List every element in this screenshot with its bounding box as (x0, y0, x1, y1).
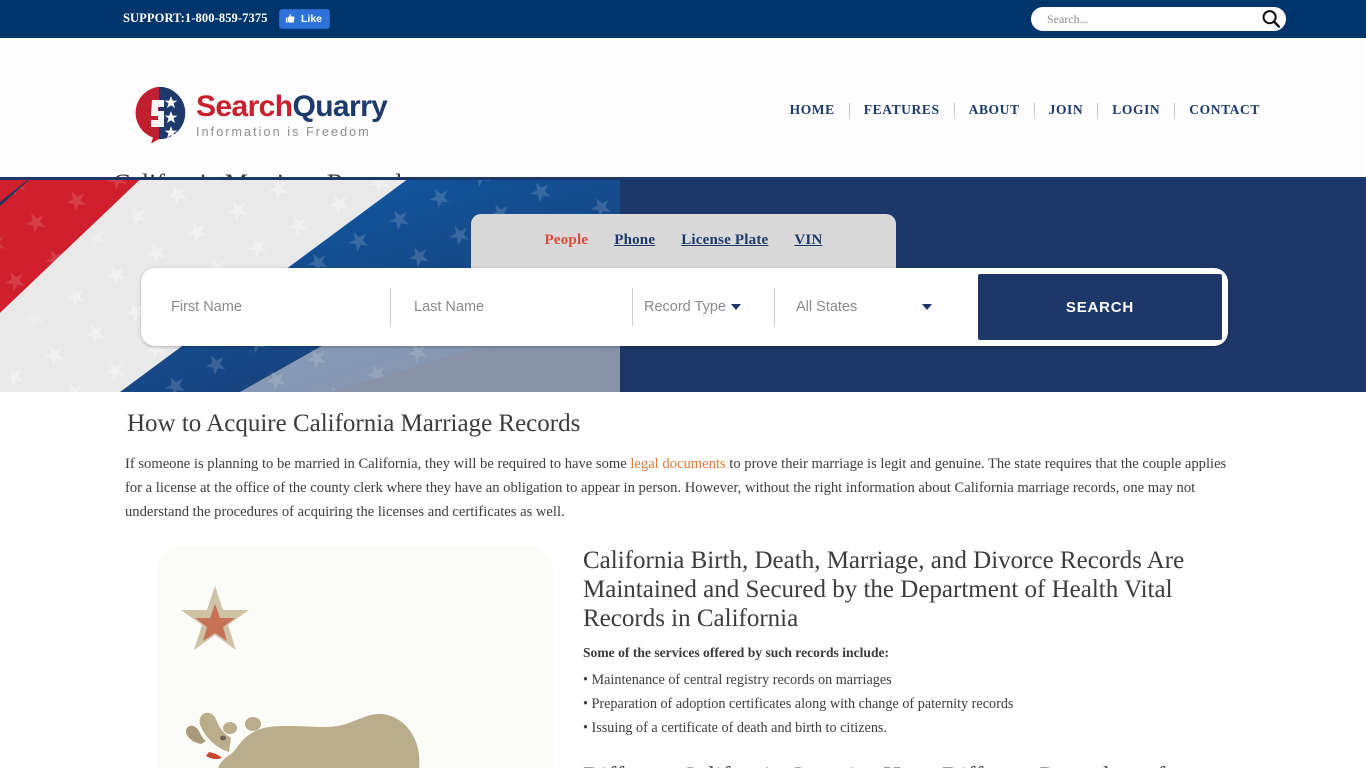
intro-paragraph: If someone is planning to be married in … (125, 452, 1241, 524)
people-search-form: Record Type All States SEARCH (141, 268, 1228, 346)
logo-tagline: Information is Freedom (196, 124, 371, 139)
content-left-column (125, 546, 553, 768)
site-search-input[interactable] (1045, 9, 1260, 29)
list-item: • Issuing of a certificate of death and … (583, 720, 887, 736)
main-navigation: HOME FEATURES ABOUT JOIN LOGIN CONTACT (776, 102, 1274, 118)
services-lead-text: Some of the services offered by such rec… (583, 645, 890, 660)
tab-people[interactable]: People (545, 232, 589, 249)
facebook-like-button[interactable]: Like (279, 9, 331, 29)
support-phone-text: SUPPORT:1-800-859-7375 (123, 11, 268, 25)
legal-documents-link[interactable]: legal documents (630, 456, 725, 472)
nav-item-join[interactable]: JOIN (1035, 102, 1098, 118)
nav-item-contact[interactable]: CONTACT (1175, 102, 1274, 118)
chevron-down-icon (730, 304, 741, 310)
search-button[interactable]: SEARCH (978, 274, 1222, 340)
state-value: All States (796, 299, 858, 315)
record-type-select[interactable]: Record Type (632, 274, 774, 340)
intro-text-before-link: If someone is planning to be married in … (125, 456, 631, 472)
list-item: • Preparation of adoption certificates a… (583, 696, 1014, 712)
top-utility-bar: SUPPORT:1-800-859-7375 Like (0, 0, 1366, 38)
nav-item-about[interactable]: ABOUT (955, 102, 1034, 118)
california-flag-image (157, 546, 553, 768)
section-heading: How to Acquire California Marriage Recor… (127, 410, 581, 437)
site-header: SearchQuarry Information is Freedom HOME… (0, 38, 1366, 198)
services-list: • Maintenance of central registry record… (583, 668, 1237, 740)
nav-item-home[interactable]: HOME (776, 102, 849, 118)
state-select[interactable]: All States (774, 274, 954, 340)
nav-item-login[interactable]: LOGIN (1098, 102, 1174, 118)
tab-vin[interactable]: VIN (794, 232, 822, 249)
subsection-heading: California Birth, Death, Marriage, and D… (583, 547, 1185, 632)
site-logo[interactable]: SearchQuarry Information is Freedom (130, 84, 388, 147)
last-name-field[interactable] (390, 274, 632, 340)
searchquarry-logo-icon (130, 84, 188, 147)
tab-phone[interactable]: Phone (614, 232, 655, 249)
nav-item-features[interactable]: FEATURES (850, 102, 954, 118)
chevron-down-icon (922, 304, 932, 310)
logo-word-quarry: Quarry (292, 89, 388, 123)
last-name-input[interactable] (390, 298, 632, 316)
main-content: How to Acquire California Marriage Recor… (0, 392, 1366, 768)
first-name-input[interactable] (147, 298, 390, 316)
facebook-like-label: Like (301, 12, 323, 25)
logo-word-search: Search (196, 89, 293, 123)
record-type-value: Record Type (644, 299, 726, 315)
search-type-tabs: People Phone License Plate VIN (471, 214, 896, 272)
tab-license-plate[interactable]: License Plate (681, 232, 768, 249)
site-search-box[interactable] (1031, 7, 1286, 31)
thumbs-up-icon (285, 13, 297, 25)
list-item: • Maintenance of central registry record… (583, 672, 892, 688)
first-name-field[interactable] (147, 274, 390, 340)
subsection-heading-2: Different California Counties Have Diffe… (583, 762, 1237, 768)
content-right-column: California Birth, Death, Marriage, and D… (583, 546, 1241, 768)
search-icon[interactable] (1260, 8, 1282, 30)
